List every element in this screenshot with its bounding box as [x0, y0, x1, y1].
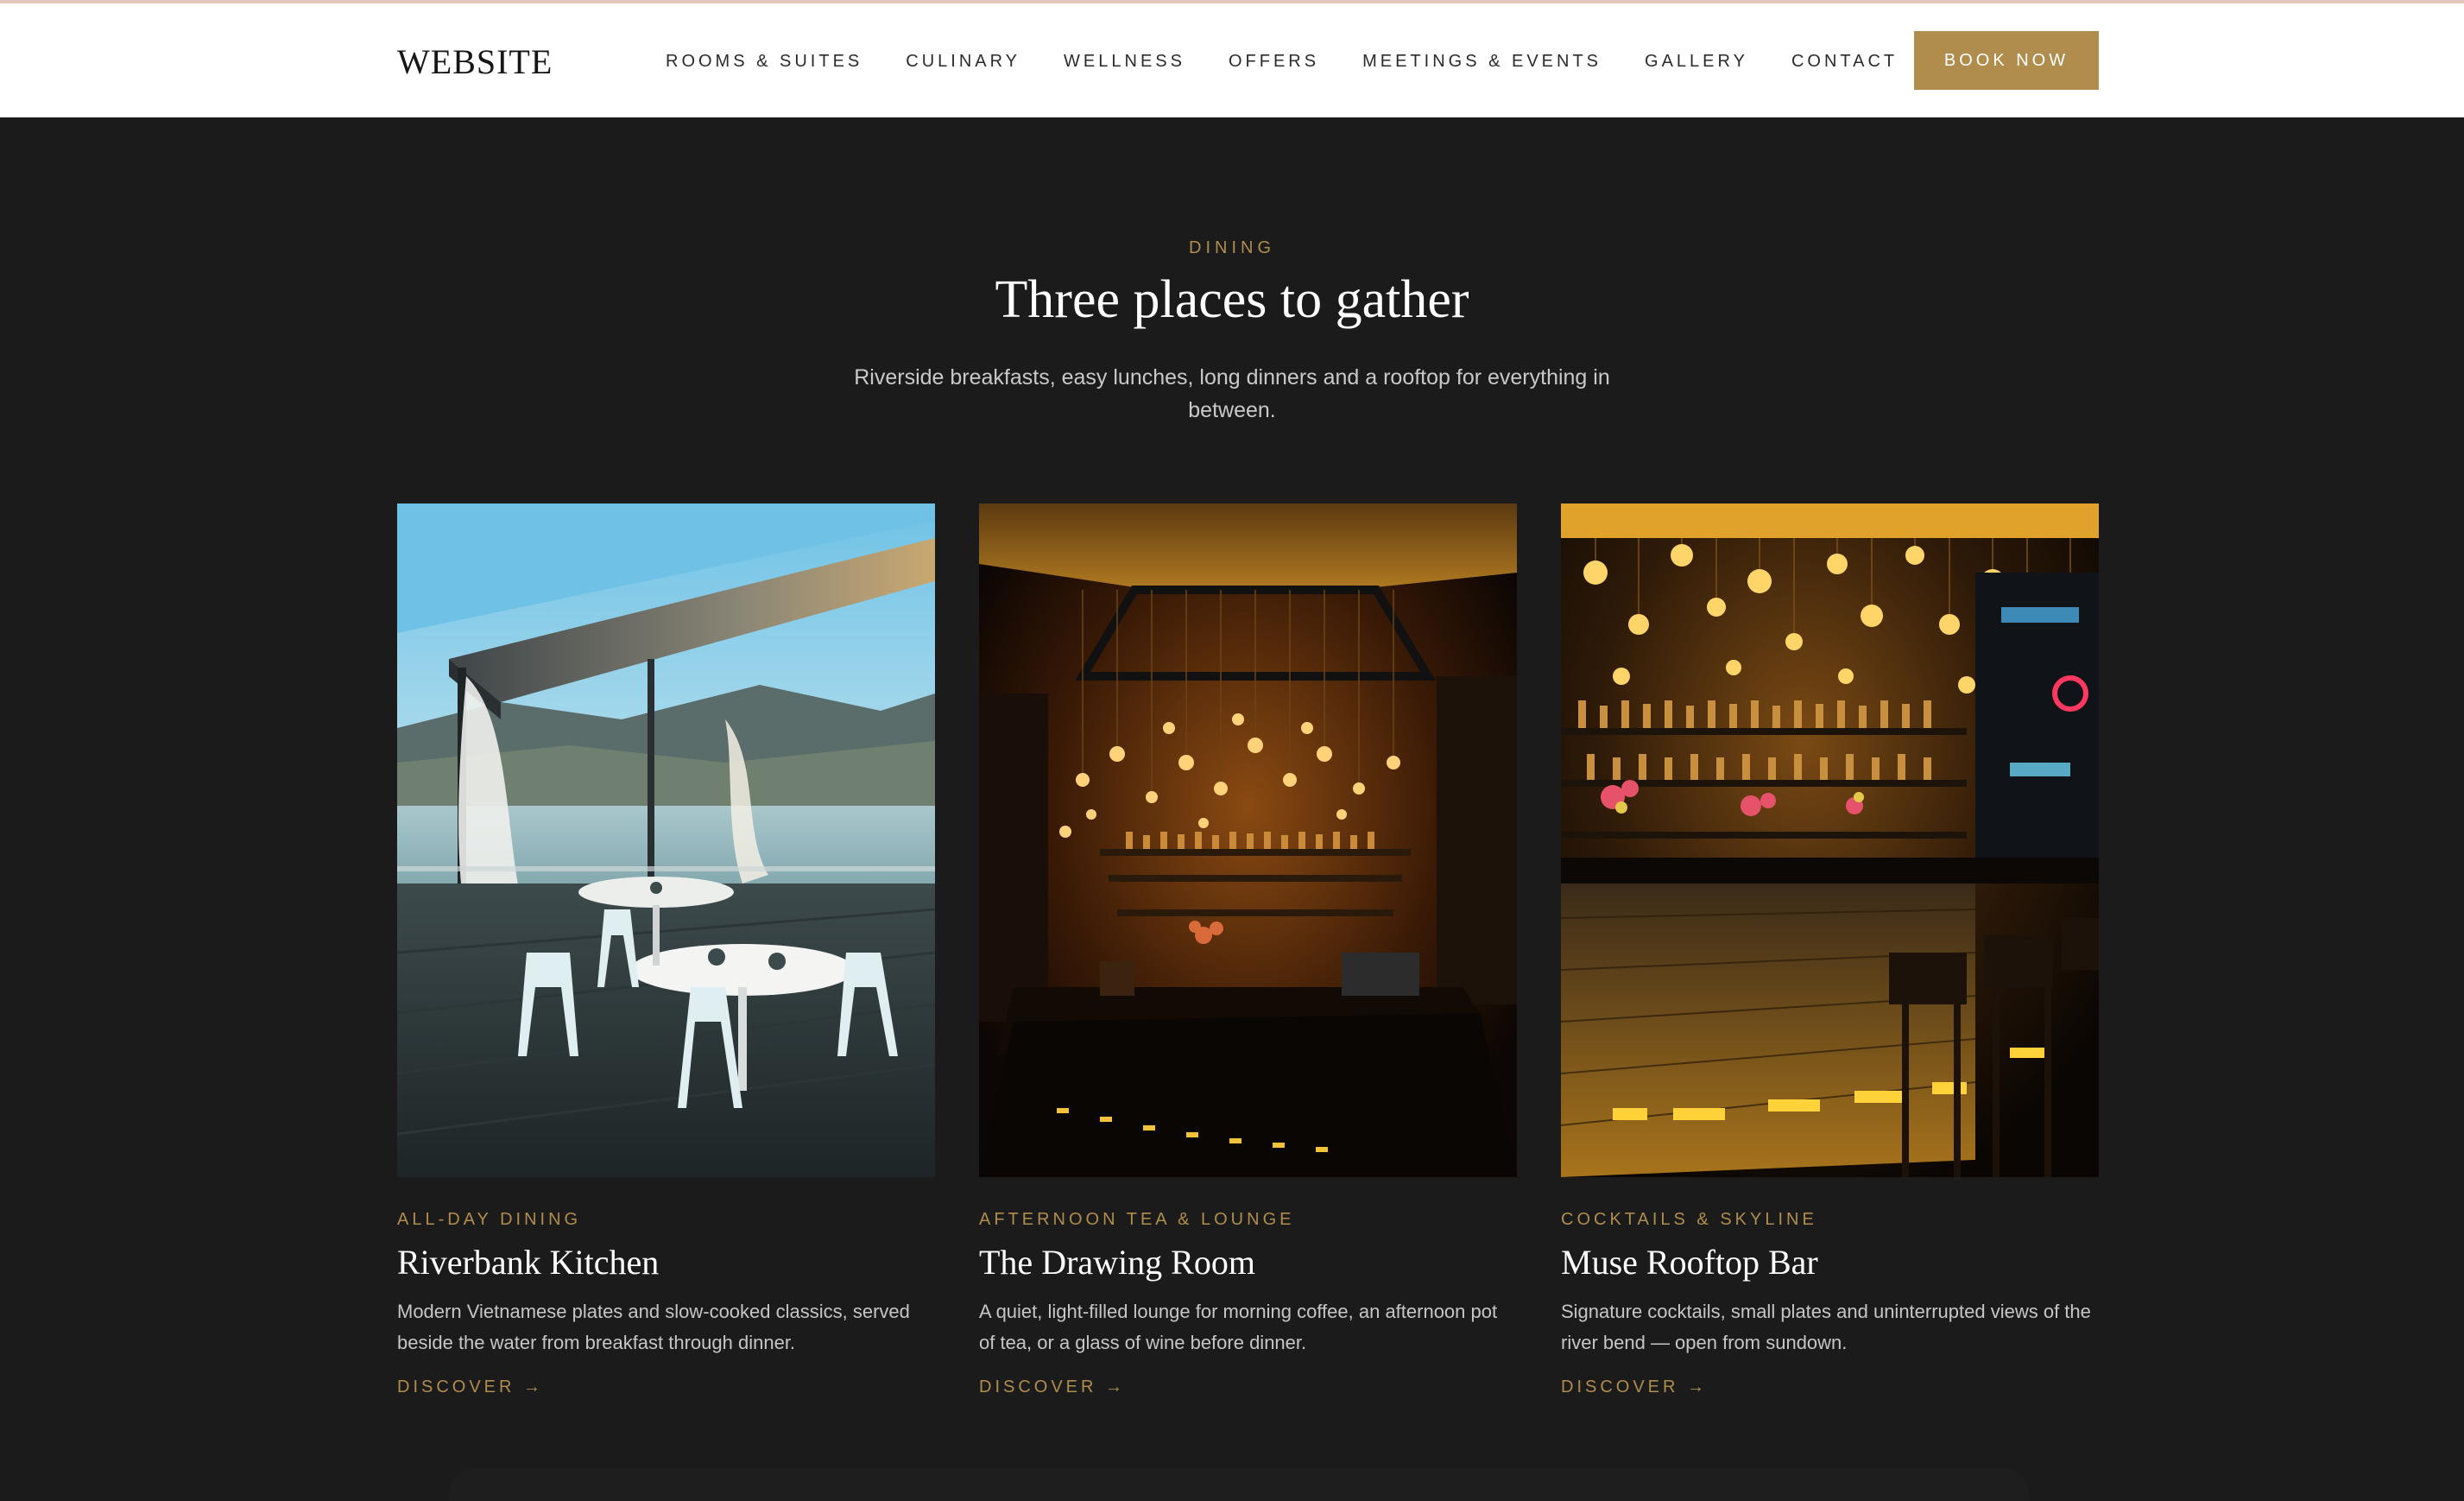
card-kicker: ALL-DAY DINING — [397, 1210, 582, 1229]
main-nav: ROOMS & SUITES CULINARY WELLNESS OFFERS … — [666, 52, 1898, 72]
card-description: Modern Vietnamese plates and slow-cooked… — [397, 1301, 910, 1353]
section-title: Three places to gather — [995, 270, 1469, 329]
section-eyebrow: DINING — [1189, 238, 1275, 257]
card-image-muse-rooftop-bar[interactable] — [1561, 504, 2099, 1177]
nav-meetings-events[interactable]: MEETINGS & EVENTS — [1362, 52, 1602, 72]
discover-link[interactable]: DISCOVER → — [397, 1378, 544, 1397]
card-kicker: COCKTAILS & SKYLINE — [1561, 1210, 1817, 1229]
nav-wellness[interactable]: WELLNESS — [1064, 52, 1185, 72]
discover-link[interactable]: DISCOVER → — [979, 1378, 1126, 1397]
card-title[interactable]: Muse Rooftop Bar — [1561, 1242, 2099, 1282]
card-image-drawing-room[interactable] — [979, 504, 1517, 1177]
card-riverbank-kitchen: ALL-DAY DINING Riverbank Kitchen Modern … — [397, 504, 935, 1397]
lounge-bar-photo — [979, 504, 1517, 1177]
section-subtitle: Riverside breakfasts, easy lunches, long… — [854, 365, 1610, 422]
card-description: A quiet, light-filled lounge for morning… — [979, 1301, 1498, 1353]
book-now-button[interactable]: BOOK NOW — [1914, 31, 2099, 90]
card-title[interactable]: The Drawing Room — [979, 1242, 1517, 1282]
card-title[interactable]: Riverbank Kitchen — [397, 1242, 935, 1282]
card-drawing-room: AFTERNOON TEA & LOUNGE The Drawing Room … — [979, 504, 1517, 1397]
rooftop-bar-photo — [1561, 504, 2099, 1177]
terrace-photo — [397, 504, 935, 1177]
nav-contact[interactable]: CONTACT — [1791, 52, 1898, 72]
next-section-edge — [449, 1468, 2029, 1501]
nav-rooms-suites[interactable]: ROOMS & SUITES — [666, 52, 862, 72]
site-header: WEBSITE ROOMS & SUITES CULINARY WELLNESS… — [0, 3, 2464, 117]
card-image-riverbank-kitchen[interactable] — [397, 504, 935, 1177]
card-kicker: AFTERNOON TEA & LOUNGE — [979, 1210, 1295, 1229]
nav-gallery[interactable]: GALLERY — [1645, 52, 1748, 72]
nav-offers[interactable]: OFFERS — [1229, 52, 1319, 72]
site-logo[interactable]: WEBSITE — [397, 41, 553, 82]
card-description: Signature cocktails, small plates and un… — [1561, 1301, 2091, 1353]
discover-link[interactable]: DISCOVER → — [1561, 1378, 1708, 1397]
card-muse-rooftop-bar: COCKTAILS & SKYLINE Muse Rooftop Bar Sig… — [1561, 504, 2099, 1397]
nav-culinary[interactable]: CULINARY — [906, 52, 1020, 72]
